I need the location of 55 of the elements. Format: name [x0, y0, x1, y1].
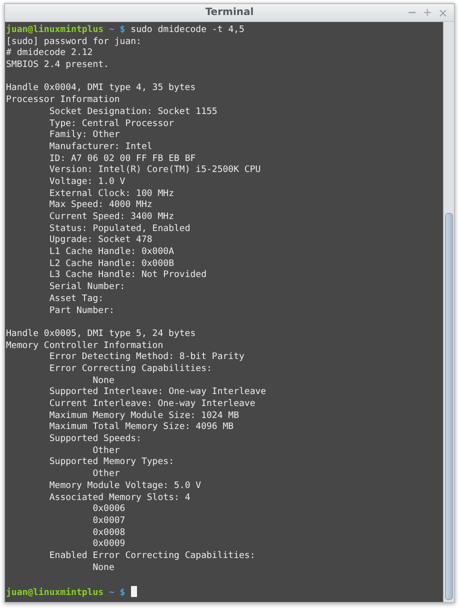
close-button[interactable]: ×: [436, 6, 450, 18]
output-line: None: [92, 562, 114, 573]
output-line: Current Interleave: One-way Interleave: [48, 399, 256, 409]
output-line: 0x0007: [92, 516, 126, 526]
output-line: 0x0006: [92, 504, 126, 514]
output-line: Maximum Memory Module Size: 1024 MB: [48, 410, 240, 421]
output-line: Processor Information: [6, 95, 120, 106]
output-line: Upgrade: Socket 478: [48, 235, 152, 246]
minimize-button[interactable]: −: [406, 6, 419, 18]
output-line: Voltage: 1.0 V: [48, 176, 126, 187]
maximize-button[interactable]: +: [420, 6, 434, 18]
output-line: SMBIOS 2.4 present.: [6, 60, 109, 70]
prompt-user-host: juan@linuxmintplus: [6, 588, 104, 598]
output-line: Part Number:: [48, 306, 114, 316]
command-text: sudo dmidecode -t 4,5: [130, 25, 244, 35]
output-line: Manufacturer: Intel: [48, 142, 152, 152]
output-line: Type: Central Processor: [48, 118, 174, 128]
output-line: Current Speed: 3400 MHz: [48, 212, 174, 222]
output-line: [sudo] password for juan:: [6, 36, 142, 47]
prompt-user-host: juan@linuxmintplus: [6, 25, 104, 35]
output-line: Error Correcting Capabilities:: [48, 364, 212, 374]
output-line: # dmidecode 2.12: [6, 48, 93, 58]
output-line: Max Speed: 4000 MHz: [48, 200, 152, 210]
output-line: Other: [92, 469, 120, 480]
output-line: 0x0009: [92, 539, 126, 550]
output-line: Handle 0x0005, DMI type 5, 24 bytes: [6, 328, 196, 339]
output-line: L3 Cache Handle: Not Provided: [48, 270, 206, 280]
output-line: Supported Speeds:: [48, 434, 142, 444]
output-line: Family: Other: [48, 130, 120, 140]
output-line: None: [92, 376, 114, 386]
output-line: Status: Populated, Enabled: [48, 224, 190, 234]
output-line: Maximum Total Memory Size: 4096 MB: [48, 422, 234, 432]
output-line: Version: Intel(R) Core(TM) i5-2500K CPU: [48, 165, 261, 176]
output-line: Supported Interleave: One-way Interleave: [48, 387, 266, 398]
window-title: Terminal: [205, 7, 254, 18]
output-line: Memory Controller Information: [6, 340, 164, 351]
output-line: Error Detecting Method: 8-bit Parity: [48, 352, 244, 362]
output-line: Associated Memory Slots: 4: [48, 492, 190, 502]
output-line: Serial Number:: [48, 282, 126, 292]
output-line: Supported Memory Types:: [48, 457, 174, 468]
output-line: Enabled Error Correcting Capabilities:: [48, 550, 256, 561]
output-line: Socket Designation: Socket 1155: [48, 106, 218, 117]
output-line: External Clock: 100 MHz: [48, 188, 174, 199]
scrollbar-thumb[interactable]: [445, 213, 453, 600]
output-line: Other: [92, 446, 120, 456]
output-line: L1 Cache Handle: 0x000A: [48, 247, 174, 258]
prompt-path: ~ $: [108, 25, 126, 35]
scrollbar[interactable]: [443, 22, 454, 602]
output-line: L2 Cache Handle: 0x000B: [48, 258, 174, 269]
output-line: Handle 0x0004, DMI type 4, 35 bytes: [6, 83, 196, 94]
output-line: 0x0008: [92, 528, 126, 538]
output-line: Memory Module Voltage: 5.0 V: [48, 480, 202, 491]
output-line: Asset Tag:: [48, 294, 104, 304]
prompt-path: ~ $: [108, 588, 126, 598]
output-line: ID: A7 06 02 00 FF FB EB BF: [48, 154, 196, 164]
